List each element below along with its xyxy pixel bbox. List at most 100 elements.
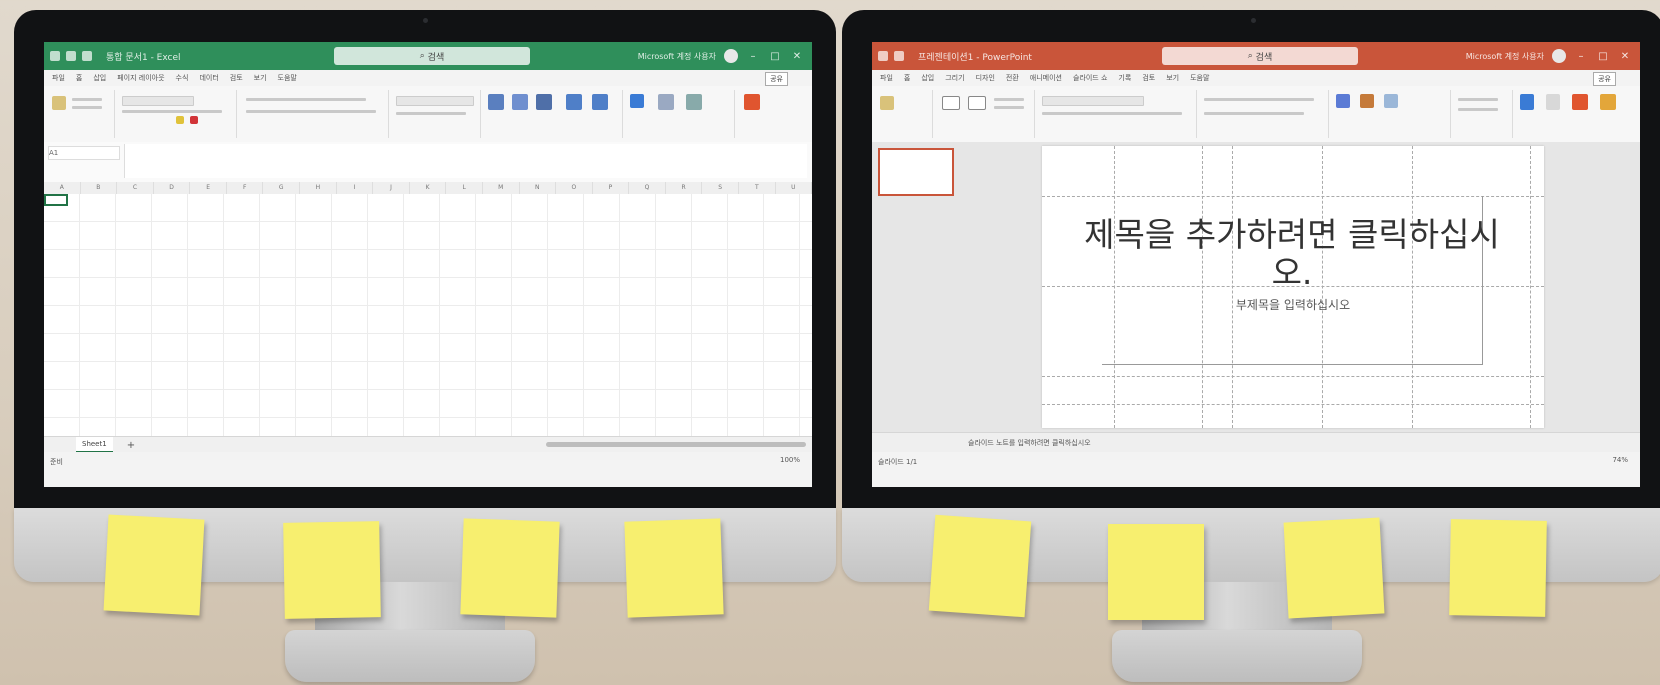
save-icon[interactable] bbox=[50, 51, 60, 61]
paste-icon[interactable] bbox=[52, 96, 66, 110]
slide-thumbnail[interactable] bbox=[878, 148, 954, 196]
new-slide-icon[interactable] bbox=[942, 96, 960, 110]
layout-icon[interactable] bbox=[968, 96, 986, 110]
notes-pane[interactable]: 슬라이드 노트를 입력하려면 클릭하십시오 bbox=[872, 432, 1640, 453]
tab-file[interactable]: 파일 bbox=[880, 73, 893, 83]
paste-icon[interactable] bbox=[880, 96, 894, 110]
add-sheet-button[interactable]: + bbox=[127, 440, 135, 451]
column-header[interactable]: K bbox=[410, 182, 447, 194]
avatar[interactable] bbox=[1552, 49, 1566, 63]
find-icon[interactable] bbox=[686, 94, 702, 110]
column-header[interactable]: L bbox=[446, 182, 483, 194]
column-header[interactable]: E bbox=[190, 182, 227, 194]
redo-icon[interactable] bbox=[82, 51, 92, 61]
quick-styles-icon[interactable] bbox=[1384, 94, 1398, 108]
column-header[interactable]: G bbox=[263, 182, 301, 194]
save-icon[interactable] bbox=[878, 51, 888, 61]
tab-help[interactable]: 도움말 bbox=[278, 73, 297, 83]
column-header[interactable]: A bbox=[44, 182, 81, 194]
ribbon-group-styles bbox=[482, 90, 623, 138]
avatar[interactable] bbox=[724, 49, 738, 63]
window-title: 프레젠테이션1 - PowerPoint bbox=[918, 52, 1032, 63]
tab-draw[interactable]: 그리기 bbox=[945, 73, 964, 83]
share-button[interactable]: 공유 bbox=[1593, 72, 1616, 86]
guide-line bbox=[1042, 404, 1544, 405]
share-button[interactable]: 공유 bbox=[765, 72, 788, 86]
search-input[interactable]: ⌕ 검색 bbox=[1162, 47, 1358, 65]
tab-page-layout[interactable]: 페이지 레이아웃 bbox=[117, 73, 164, 83]
tab-transitions[interactable]: 전환 bbox=[1006, 73, 1019, 83]
tab-record[interactable]: 기록 bbox=[1118, 73, 1131, 83]
active-cell[interactable] bbox=[44, 194, 68, 206]
cell-styles-icon[interactable] bbox=[536, 94, 552, 110]
column-header[interactable]: P bbox=[593, 182, 630, 194]
tab-data[interactable]: 데이터 bbox=[199, 73, 218, 83]
slide-canvas[interactable]: 제목을 추가하려면 클릭하십시오. 부제목을 입력하십시오 bbox=[1042, 146, 1544, 428]
shapes-icon[interactable] bbox=[1336, 94, 1350, 108]
sensitivity-icon[interactable] bbox=[1546, 94, 1560, 110]
sort-filter-icon[interactable] bbox=[658, 94, 674, 110]
tab-slideshow[interactable]: 슬라이드 쇼 bbox=[1073, 73, 1107, 83]
sheet-tab[interactable]: Sheet1 bbox=[76, 437, 113, 453]
insert-cells-icon[interactable] bbox=[566, 94, 582, 110]
analyze-data-icon[interactable] bbox=[744, 94, 760, 110]
search-input[interactable]: ⌕ 검색 bbox=[334, 47, 530, 65]
delete-cells-icon[interactable] bbox=[592, 94, 608, 110]
tab-design[interactable]: 디자인 bbox=[976, 73, 995, 83]
column-header[interactable]: I bbox=[337, 182, 374, 194]
arrange-icon[interactable] bbox=[1360, 94, 1374, 108]
undo-icon[interactable] bbox=[66, 51, 76, 61]
column-header[interactable]: C bbox=[117, 182, 154, 194]
zoom-level[interactable]: 74% bbox=[1612, 456, 1628, 464]
column-header[interactable]: D bbox=[154, 182, 191, 194]
table-format-icon[interactable] bbox=[512, 94, 528, 110]
column-header[interactable]: U bbox=[776, 182, 812, 194]
monitor-right: 프레젠테이션1 - PowerPoint ⌕ 검색 Microsoft 계정 사… bbox=[842, 10, 1660, 582]
column-header[interactable]: J bbox=[373, 182, 410, 194]
column-header[interactable]: M bbox=[483, 182, 520, 194]
minimize-button[interactable]: – bbox=[746, 51, 760, 62]
undo-icon[interactable] bbox=[894, 51, 904, 61]
dictate-icon[interactable] bbox=[1520, 94, 1534, 110]
designer-icon[interactable] bbox=[1572, 94, 1588, 110]
tab-view[interactable]: 보기 bbox=[254, 73, 267, 83]
maximize-button[interactable]: □ bbox=[768, 51, 782, 62]
tab-insert[interactable]: 삽입 bbox=[921, 73, 934, 83]
close-button[interactable]: ✕ bbox=[1618, 51, 1632, 62]
tab-file[interactable]: 파일 bbox=[52, 73, 65, 83]
tab-help[interactable]: 도움말 bbox=[1190, 73, 1209, 83]
column-header[interactable]: S bbox=[702, 182, 739, 194]
column-header[interactable]: O bbox=[556, 182, 593, 194]
formula-input[interactable] bbox=[124, 144, 807, 178]
cell-grid[interactable] bbox=[44, 194, 812, 436]
autosum-icon[interactable] bbox=[630, 94, 644, 108]
guide-line bbox=[1530, 146, 1531, 428]
column-header[interactable]: N bbox=[520, 182, 557, 194]
slide-subtitle[interactable]: 부제목을 입력하십시오 bbox=[1042, 296, 1544, 313]
font-color-icon[interactable] bbox=[190, 116, 198, 124]
horizontal-scrollbar[interactable] bbox=[546, 442, 806, 447]
slide-title[interactable]: 제목을 추가하려면 클릭하십시오. bbox=[1082, 216, 1502, 292]
tab-review[interactable]: 검토 bbox=[230, 73, 243, 83]
tab-insert[interactable]: 삽입 bbox=[93, 73, 106, 83]
name-box[interactable]: A1 bbox=[48, 146, 120, 160]
conditional-format-icon[interactable] bbox=[488, 94, 504, 110]
highlight-icon[interactable] bbox=[176, 116, 184, 124]
close-button[interactable]: ✕ bbox=[790, 51, 804, 62]
tab-review[interactable]: 검토 bbox=[1142, 73, 1155, 83]
column-header[interactable]: H bbox=[300, 182, 337, 194]
column-header[interactable]: B bbox=[81, 182, 118, 194]
tab-formulas[interactable]: 수식 bbox=[176, 73, 189, 83]
tab-animations[interactable]: 애니메이션 bbox=[1030, 73, 1062, 83]
tab-home[interactable]: 홈 bbox=[76, 73, 82, 83]
column-header[interactable]: Q bbox=[629, 182, 666, 194]
minimize-button[interactable]: – bbox=[1574, 51, 1588, 62]
column-header[interactable]: T bbox=[739, 182, 776, 194]
addins-icon[interactable] bbox=[1600, 94, 1616, 110]
tab-home[interactable]: 홈 bbox=[904, 73, 910, 83]
tab-view[interactable]: 보기 bbox=[1166, 73, 1179, 83]
maximize-button[interactable]: □ bbox=[1596, 51, 1610, 62]
column-header[interactable]: F bbox=[227, 182, 264, 194]
column-header[interactable]: R bbox=[666, 182, 703, 194]
zoom-level[interactable]: 100% bbox=[780, 456, 800, 464]
